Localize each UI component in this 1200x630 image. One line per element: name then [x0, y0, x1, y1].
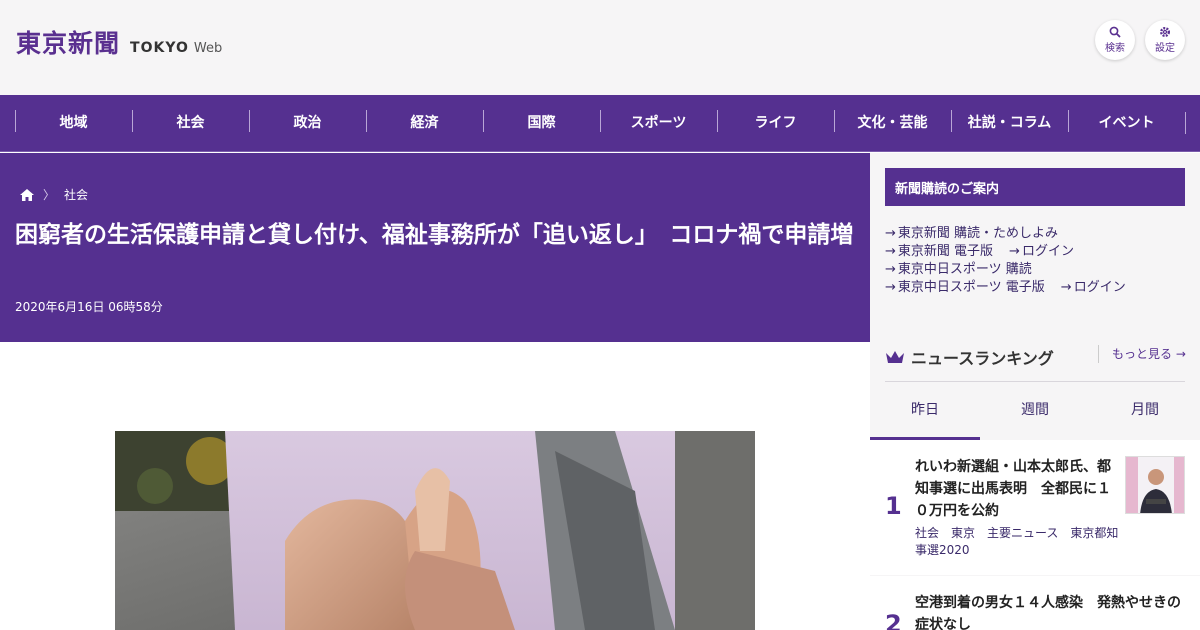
- settings-label: 設定: [1155, 42, 1175, 54]
- link-tokyo-subscribe[interactable]: 東京新聞 購読・ためしよみ: [898, 225, 1058, 243]
- arrow-right-icon: →: [885, 226, 896, 241]
- settings-button[interactable]: 設定: [1145, 20, 1185, 60]
- nav-item-economy[interactable]: 経済: [366, 110, 483, 134]
- more-label: もっと見る: [1112, 347, 1173, 361]
- main-nav: 地域 社会 政治 経済 国際 スポーツ ライフ 文化・芸能 社説・コラム イベン…: [0, 95, 1200, 152]
- subscription-heading: 新聞購読のご案内: [885, 168, 1185, 206]
- subscription-links: → 東京新聞 購読・ためしよみ → 東京新聞 電子版 → ログイン → 東京中日…: [885, 225, 1195, 297]
- article-date: 2020年6月16日 06時58分: [15, 300, 163, 314]
- nav-item-sports[interactable]: スポーツ: [600, 110, 717, 134]
- link-tokyo-digital[interactable]: 東京新聞 電子版: [898, 243, 993, 261]
- logo-kanji: 東京新聞: [16, 29, 121, 58]
- nav-item-editorial[interactable]: 社説・コラム: [951, 110, 1068, 134]
- nav-item-politics[interactable]: 政治: [249, 110, 366, 134]
- link-chunichi-login[interactable]: ログイン: [1074, 279, 1126, 297]
- ranking-tabs: 昨日 週間 月間: [870, 382, 1200, 439]
- crown-icon: [885, 349, 905, 365]
- ranking-item[interactable]: 2 空港到着の男女１４人感染 発熱やせきの症状なし: [870, 576, 1200, 630]
- link-chunichi-digital[interactable]: 東京中日スポーツ 電子版: [898, 279, 1045, 297]
- nav-item-society[interactable]: 社会: [132, 110, 249, 134]
- rank-number: 2: [885, 610, 902, 630]
- logo-en: TOKYO: [130, 40, 189, 56]
- arrow-right-icon: →: [1175, 347, 1186, 361]
- more-link[interactable]: もっと見る →: [1098, 345, 1186, 363]
- gear-icon: [1159, 26, 1171, 41]
- arrow-right-icon: →: [885, 262, 896, 277]
- breadcrumb: 〉 社会: [20, 186, 88, 203]
- arrow-right-icon: →: [1009, 244, 1020, 259]
- tab-yesterday[interactable]: 昨日: [870, 382, 980, 439]
- sidebar: 新聞購読のご案内 → 東京新聞 購読・ためしよみ → 東京新聞 電子版 → ログ…: [870, 153, 1200, 630]
- ranking-title: ニュースランキング: [911, 349, 1054, 368]
- nav-item-life[interactable]: ライフ: [717, 110, 834, 134]
- site-header: 東京新聞 TOKYO Web 検索 設定: [0, 0, 1200, 95]
- article-photo: [115, 431, 755, 630]
- site-logo[interactable]: 東京新聞 TOKYO Web: [16, 24, 222, 60]
- nav-list: 地域 社会 政治 経済 国際 スポーツ ライフ 文化・芸能 社説・コラム イベン…: [15, 110, 1186, 134]
- news-tags[interactable]: 社会 東京 主要ニュース 東京都知事選2020: [915, 525, 1125, 559]
- arrow-right-icon: →: [885, 244, 896, 259]
- home-icon[interactable]: [20, 188, 34, 201]
- arrow-right-icon: →: [1060, 280, 1072, 295]
- link-tokyo-login[interactable]: ログイン: [1022, 243, 1074, 261]
- nav-item-region[interactable]: 地域: [15, 110, 132, 134]
- logo-web: Web: [193, 41, 223, 56]
- ranking-item[interactable]: 1 れいわ新選組・山本太郎氏、都知事選に出馬表明 全都民に１０万円を公約 社会 …: [870, 440, 1200, 575]
- link-chunichi-subscribe[interactable]: 東京中日スポーツ 購読: [898, 261, 1032, 279]
- nav-item-event[interactable]: イベント: [1068, 110, 1185, 134]
- search-icon: [1109, 26, 1121, 41]
- tab-weekly[interactable]: 週間: [980, 382, 1090, 439]
- news-thumbnail[interactable]: [1125, 456, 1185, 514]
- nav-item-international[interactable]: 国際: [483, 110, 600, 134]
- news-title[interactable]: れいわ新選組・山本太郎氏、都知事選に出馬表明 全都民に１０万円を公約: [915, 456, 1115, 522]
- nav-item-culture[interactable]: 文化・芸能: [834, 110, 951, 134]
- news-title[interactable]: 空港到着の男女１４人感染 発熱やせきの症状なし: [915, 592, 1185, 630]
- rank-number: 1: [885, 492, 902, 520]
- ranking-heading: ニュースランキング: [885, 345, 1054, 369]
- search-label: 検索: [1105, 42, 1125, 54]
- article-title: 困窮者の生活保護申請と貸し付け、福祉事務所が「追い返し」 コロナ禍で申請増: [15, 222, 854, 248]
- breadcrumb-category[interactable]: 社会: [64, 186, 88, 203]
- tab-monthly[interactable]: 月間: [1090, 382, 1200, 439]
- search-button[interactable]: 検索: [1095, 20, 1135, 60]
- nav-divider: [1185, 112, 1186, 134]
- arrow-right-icon: →: [885, 280, 896, 295]
- chevron-right-icon: 〉: [43, 188, 56, 202]
- article-header: 〉 社会 困窮者の生活保護申請と貸し付け、福祉事務所が「追い返し」 コロナ禍で申…: [0, 153, 870, 342]
